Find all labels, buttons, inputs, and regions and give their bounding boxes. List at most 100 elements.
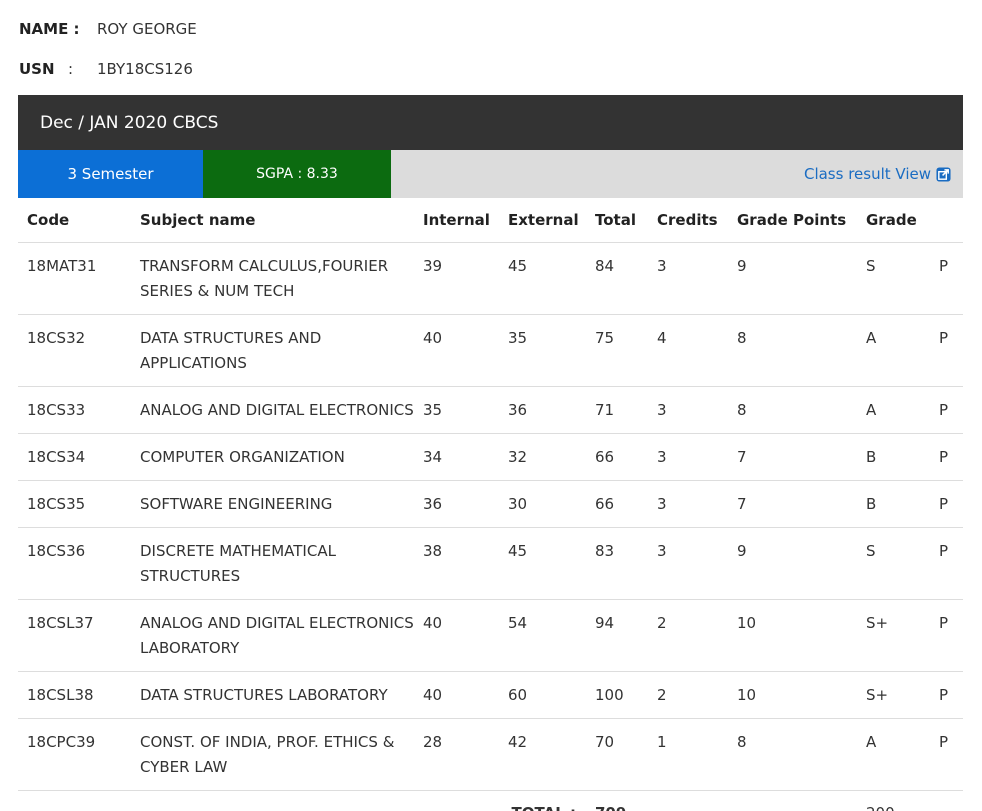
- cell-grade-points: 7: [728, 480, 857, 528]
- cell-result: P: [930, 718, 963, 791]
- exam-title: Dec / JAN 2020 CBCS: [40, 112, 219, 133]
- col-header-external: External: [499, 198, 586, 243]
- total-empty-result: [930, 790, 963, 811]
- student-usn-row: USN : 1BY18CS126: [19, 60, 193, 78]
- cell-internal: 28: [414, 718, 499, 791]
- cell-code: 18CSL38: [18, 671, 131, 719]
- cell-external: 30: [499, 480, 586, 528]
- usn-colon: :: [68, 60, 74, 78]
- cell-total: 100: [586, 671, 648, 719]
- cell-credits: 3: [648, 386, 728, 434]
- cell-grade: A: [857, 386, 930, 434]
- cell-result: P: [930, 599, 963, 672]
- cell-internal: 34: [414, 433, 499, 481]
- total-empty-credits: [648, 790, 728, 811]
- cell-external: 36: [499, 386, 586, 434]
- cell-grade: A: [857, 718, 930, 791]
- cell-result: P: [930, 386, 963, 434]
- cell-subject-name: ANALOG AND DIGITAL ELECTRONICS: [131, 386, 414, 434]
- cell-grade-points: 9: [728, 527, 857, 600]
- cell-grade-points: 9: [728, 242, 857, 315]
- usn-label: USN: [19, 60, 55, 78]
- cell-grade-points: 8: [728, 718, 857, 791]
- cell-result: P: [930, 433, 963, 481]
- subject-name-line: ANALOG AND DIGITAL ELECTRONICS: [140, 400, 414, 419]
- cell-code: 18CS32: [18, 314, 131, 387]
- subject-name-line: STRUCTURES: [140, 566, 241, 585]
- sgpa-label: SGPA : 8.33: [256, 166, 338, 182]
- cell-grade-points: 7: [728, 433, 857, 481]
- subject-name-line: ANALOG AND DIGITAL ELECTRONICS: [140, 613, 414, 632]
- cell-grade: A: [857, 314, 930, 387]
- col-header-code: Code: [18, 198, 131, 243]
- results-table: Code Subject name Internal External Tota…: [18, 198, 963, 811]
- cell-internal: 40: [414, 599, 499, 672]
- cell-grade: S: [857, 242, 930, 315]
- col-header-grade-points: Grade Points: [728, 198, 857, 243]
- class-result-view-label: Class result View: [803, 165, 931, 183]
- total-grade-value: 200: [857, 790, 930, 811]
- cell-subject-name: ANALOG AND DIGITAL ELECTRONICS LABORATORY: [131, 599, 414, 672]
- subject-name-line: COMPUTER ORGANIZATION: [140, 447, 345, 466]
- student-name-row: NAME : ROY GEORGE: [19, 20, 197, 38]
- cell-grade: S+: [857, 671, 930, 719]
- cell-grade-points: 8: [728, 314, 857, 387]
- cell-subject-name: DISCRETE MATHEMATICAL STRUCTURES: [131, 527, 414, 600]
- cell-result: P: [930, 671, 963, 719]
- subject-name-line: APPLICATIONS: [140, 353, 247, 372]
- cell-grade: B: [857, 480, 930, 528]
- cell-code: 18CS36: [18, 527, 131, 600]
- cell-grade-points: 10: [728, 599, 857, 672]
- cell-total: 84: [586, 242, 648, 315]
- cell-external: 45: [499, 242, 586, 315]
- cell-result: P: [930, 527, 963, 600]
- name-label: NAME :: [19, 20, 80, 38]
- subject-name-line: CYBER LAW: [140, 757, 228, 776]
- col-header-result: [930, 198, 963, 243]
- cell-code: 18CPC39: [18, 718, 131, 791]
- col-header-total: Total: [586, 198, 648, 243]
- table-row: 18CSL38 DATA STRUCTURES LABORATORY 40 60 100…: [18, 671, 963, 719]
- cell-subject-name: COMPUTER ORGANIZATION: [131, 433, 414, 481]
- cell-grade: S: [857, 527, 930, 600]
- table-row: 18CPC39 CONST. OF INDIA, PROF. ETHICS & CY…: [18, 718, 963, 791]
- cell-grade-points: 8: [728, 386, 857, 434]
- cell-total: 75: [586, 314, 648, 387]
- cell-subject-name: TRANSFORM CALCULUS,FOURIER SERIES & NUM T…: [131, 242, 414, 315]
- student-name: ROY GEORGE: [97, 20, 197, 38]
- cell-grade: S+: [857, 599, 930, 672]
- table-row: 18CS36 DISCRETE MATHEMATICAL STRUCTURES 38 4…: [18, 527, 963, 600]
- cell-code: 18MAT31: [18, 242, 131, 315]
- col-header-internal: Internal: [414, 198, 499, 243]
- cell-credits: 4: [648, 314, 728, 387]
- cell-code: 18CSL37: [18, 599, 131, 672]
- cell-grade: B: [857, 433, 930, 481]
- class-result-view-link[interactable]: Class result View: [804, 150, 951, 198]
- table-row: 18CSL37 ANALOG AND DIGITAL ELECTRONICS LAB…: [18, 599, 963, 672]
- total-row: TOTAL : 709 200: [18, 790, 963, 811]
- cell-subject-name: SOFTWARE ENGINEERING: [131, 480, 414, 528]
- cell-subject-name: CONST. OF INDIA, PROF. ETHICS & CYBER LAW: [131, 718, 414, 791]
- col-header-subject-name: Subject name: [131, 198, 414, 243]
- cell-internal: 40: [414, 314, 499, 387]
- cell-internal: 38: [414, 527, 499, 600]
- table-header-row: Code Subject name Internal External Tota…: [18, 198, 963, 243]
- total-label: TOTAL :: [18, 790, 586, 811]
- cell-code: 18CS35: [18, 480, 131, 528]
- subject-name-line: CONST. OF INDIA, PROF. ETHICS &: [140, 732, 395, 751]
- cell-internal: 39: [414, 242, 499, 315]
- cell-external: 42: [499, 718, 586, 791]
- col-header-grade: Grade: [857, 198, 930, 243]
- student-usn: 1BY18CS126: [97, 60, 193, 78]
- cell-external: 54: [499, 599, 586, 672]
- subject-name-line: DATA STRUCTURES LABORATORY: [140, 685, 388, 704]
- table-row: 18CS33 ANALOG AND DIGITAL ELECTRONICS 35 36…: [18, 386, 963, 434]
- cell-credits: 2: [648, 671, 728, 719]
- cell-credits: 1: [648, 718, 728, 791]
- cell-external: 35: [499, 314, 586, 387]
- col-header-credits: Credits: [648, 198, 728, 243]
- table-row: 18CS34 COMPUTER ORGANIZATION 34 32 66 3 7 B P: [18, 433, 963, 481]
- cell-external: 32: [499, 433, 586, 481]
- subject-name-line: LABORATORY: [140, 638, 240, 657]
- cell-internal: 35: [414, 386, 499, 434]
